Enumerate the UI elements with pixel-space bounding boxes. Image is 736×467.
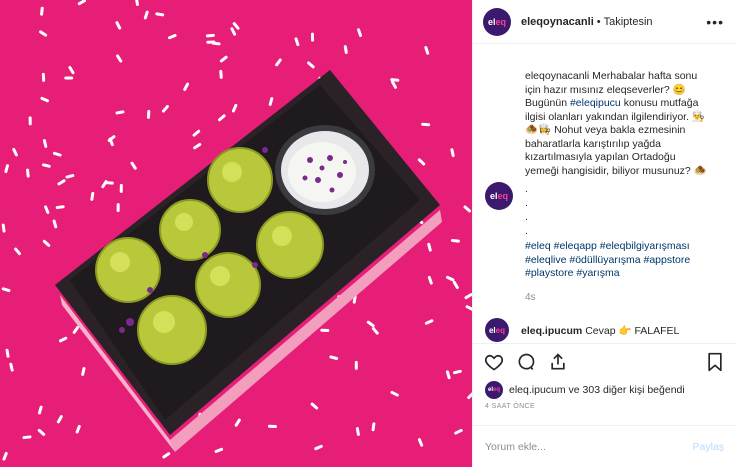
sprinkle [146,109,151,119]
dot-line: . [525,211,528,223]
action-bar [473,343,736,379]
caption-avatar[interactable]: el eq [485,182,513,210]
avatar-text-accent: eq [495,325,505,335]
separator-dot: • [596,15,601,28]
sprinkle [119,183,123,193]
sprinkle [28,116,32,126]
post-timestamp[interactable]: 4 SAAT ÖNCE [473,401,736,417]
hashtag-link[interactable]: #eleqbilgiyarışması [600,240,690,252]
caption-row: el eq eleqoynacanli Merhabalar hafta sonu… [485,70,724,304]
hashtag-link[interactable]: #eleqipucu [570,97,621,109]
caption-time[interactable]: 4s [525,291,710,305]
bookmark-icon[interactable] [704,351,726,373]
hashtag-link[interactable]: #ödüllüyarışma [569,254,640,266]
avatar-text-accent: eq [493,387,501,393]
comment-row: el eq eleq.ipucum Cevap 👉 FALAFEL [485,318,724,342]
comment-username[interactable]: eleq.ipucum [521,325,582,337]
sprinkle [41,72,46,82]
post-comment-button[interactable]: Paylaş [692,441,724,453]
caption-text: eleqoynacanli Merhabalar hafta sonu için… [525,70,710,304]
hashtag-link[interactable]: #yarışma [576,267,619,279]
more-options-icon[interactable]: ••• [706,14,724,30]
comment-text: eleq.ipucum Cevap 👉 FALAFEL [521,324,679,337]
avatar-text-accent: eq [497,191,509,201]
comments-section[interactable]: el eq eleqoynacanli Merhabalar hafta sonu… [473,44,736,343]
hashtag-link[interactable]: #appstore [644,254,691,266]
hashtag-link[interactable]: #eleqlive [525,254,566,266]
avatar-text: el [487,16,496,27]
liker-avatar[interactable]: el eq [485,381,503,399]
sprinkle [219,69,223,79]
post-side-panel: el eq eleqoynacanli • Takiptesin ••• el eq… [472,0,736,467]
instagram-post: el eq eleqoynacanli • Takiptesin ••• el eq… [0,0,736,467]
likes-count[interactable]: ve 303 diğer kişi beğendi [566,384,685,396]
hashtag-link[interactable]: #playstore [525,267,573,279]
comment-icon[interactable] [515,351,537,373]
likes-text: eleq.ipucum ve 303 diğer kişi beğendi [509,384,685,396]
avatar[interactable]: el eq [483,7,511,36]
sprinkle [116,203,120,213]
follow-status[interactable]: Takiptesin [604,16,653,28]
liker-username[interactable]: eleq.ipucum [509,384,566,396]
avatar-text-accent: eq [495,16,507,27]
sprinkle [421,122,431,127]
caption-username[interactable]: eleqoynacanli [525,70,589,82]
heart-icon[interactable] [483,351,505,373]
username-link[interactable]: eleqoynacanli [521,16,594,28]
sprinkle [354,360,358,370]
hashtag-link[interactable]: #eleqapp [554,240,597,252]
hashtag-list: #eleq #eleqapp #eleqbilgiyarışması #eleq… [525,240,710,281]
post-image[interactable] [0,0,472,467]
comment-avatar[interactable]: el eq [485,318,509,342]
hashtag-link[interactable]: #eleq [525,240,551,252]
avatar-text: el [488,325,496,335]
add-comment-bar: Paylaş [473,425,736,467]
dot-line: . [525,225,528,237]
avatar-text: el [489,191,498,201]
falafel-illustration [0,0,472,467]
comment-input[interactable] [485,440,693,453]
sprinkle [206,40,216,44]
share-icon[interactable] [547,351,569,373]
sprinkle [310,32,315,42]
caption-dots: . . . . [525,182,710,238]
dot-line: . [525,197,528,209]
likes-row: el eq eleq.ipucum ve 303 diğer kişi beğen… [473,379,736,401]
dot-line: . [525,183,528,195]
comment-body: Cevap 👉 FALAFEL [585,324,680,337]
sprinkle [320,328,330,332]
sprinkle [267,424,277,429]
sprinkle [64,76,74,80]
post-header: el eq eleqoynacanli • Takiptesin ••• [473,0,736,44]
